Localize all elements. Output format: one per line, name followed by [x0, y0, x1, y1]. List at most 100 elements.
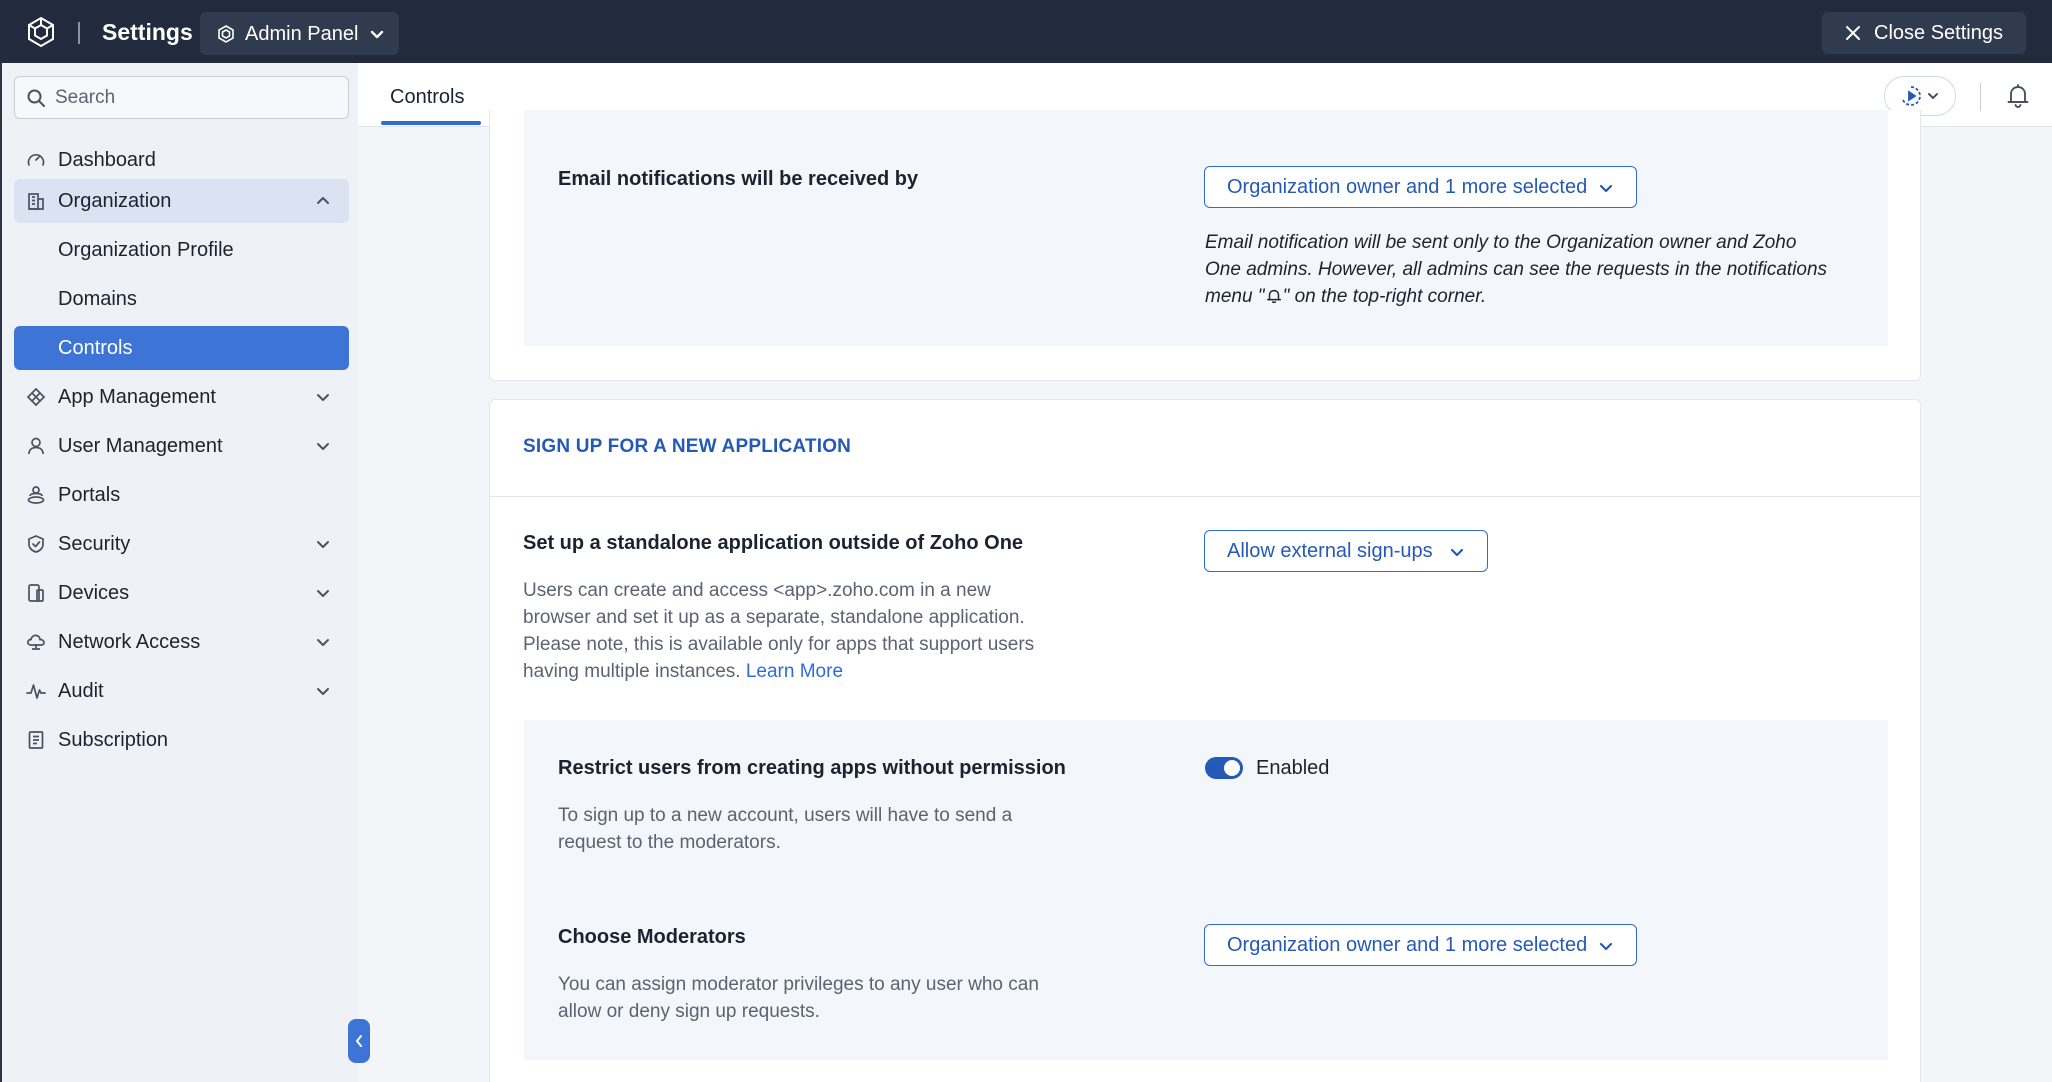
- sidebar-item-organization[interactable]: Organization: [14, 179, 349, 223]
- chevron-down-icon: [317, 590, 329, 597]
- chevron-left-icon: [356, 1035, 362, 1047]
- sidebar-item-label: Security: [58, 533, 131, 555]
- sidebar-item-controls[interactable]: Controls: [14, 326, 349, 370]
- chevron-up-icon: [317, 197, 329, 204]
- admin-panel-switcher[interactable]: Admin Panel: [200, 12, 399, 55]
- chevron-down-icon: [1450, 548, 1464, 557]
- chevron-down-icon: [317, 688, 329, 695]
- external-signups-value: Allow external sign-ups: [1227, 539, 1433, 562]
- desc-line: To sign up to a new account, users will …: [558, 805, 1013, 826]
- email-note-text: menu ": [1205, 286, 1265, 307]
- chevron-down-icon: [1599, 184, 1613, 193]
- learn-more-link[interactable]: Learn More: [746, 661, 843, 682]
- sidebar-item-devices[interactable]: Devices: [14, 571, 349, 615]
- chevron-down-icon: [371, 30, 384, 38]
- search-box[interactable]: [14, 76, 349, 119]
- sidebar-item-label: Portals: [58, 484, 121, 506]
- email-notifications-label: Email notifications will be received by: [558, 168, 919, 190]
- moderators-value: Organization owner and 1 more selected: [1227, 933, 1588, 956]
- sidebar-item-label: Domains: [58, 288, 137, 310]
- portals-icon: [27, 486, 45, 504]
- desc-line: allow or deny sign up requests.: [558, 1001, 820, 1022]
- sidebar-item-subscription[interactable]: Subscription: [14, 718, 349, 762]
- choose-moderators-label: Choose Moderators: [558, 926, 746, 948]
- sidebar-item-security[interactable]: Security: [14, 522, 349, 566]
- desc-line: You can assign moderator privileges to a…: [558, 974, 1039, 995]
- sidebar-item-organization-profile[interactable]: Organization Profile: [14, 228, 349, 272]
- desc-text: having multiple instances.: [523, 661, 741, 682]
- moderators-dropdown[interactable]: Organization owner and 1 more selected: [1204, 924, 1637, 966]
- organization-building-icon: [28, 193, 44, 210]
- sidebar-item-user-management[interactable]: User Management: [14, 424, 349, 468]
- email-note-line: One admins. However, all admins can see …: [1205, 259, 1828, 280]
- devices-icon: [28, 584, 44, 602]
- email-notifications-panel: [524, 110, 1888, 346]
- standalone-app-description: Users can create and access <app>.zoho.c…: [523, 577, 1034, 685]
- sidebar-item-app-management[interactable]: App Management: [14, 375, 349, 419]
- sidebar-item-label: User Management: [58, 435, 223, 457]
- external-signups-dropdown[interactable]: Allow external sign-ups: [1204, 530, 1488, 572]
- bell-icon: [1266, 289, 1281, 304]
- restrict-users-toggle[interactable]: [1205, 757, 1243, 779]
- sidebar-item-network-access[interactable]: Network Access: [14, 620, 349, 664]
- sidebar-item-domains[interactable]: Domains: [14, 277, 349, 321]
- chevron-down-icon: [317, 541, 329, 548]
- sidebar-item-label: Subscription: [58, 729, 169, 751]
- chevron-down-icon: [1599, 942, 1613, 951]
- close-icon: [1846, 26, 1860, 40]
- toggle-status-label: Enabled: [1256, 757, 1330, 779]
- tab-controls[interactable]: Controls: [381, 85, 473, 109]
- chevron-down-icon: [317, 639, 329, 646]
- email-note-text: " on the top-right corner.: [1282, 286, 1487, 307]
- sidebar-item-audit[interactable]: Audit: [14, 669, 349, 713]
- sidebar-item-label: Organization Profile: [58, 239, 234, 261]
- sidebar: Dashboard Organization Organization Prof…: [0, 63, 358, 1082]
- app-logo-icon[interactable]: [24, 15, 58, 49]
- search-input[interactable]: [55, 86, 335, 109]
- sidebar-item-label: Dashboard: [58, 149, 156, 171]
- active-tab-indicator: [381, 121, 481, 125]
- email-recipients-dropdown[interactable]: Organization owner and 1 more selected: [1204, 166, 1637, 208]
- play-tour-icon: [1901, 86, 1921, 106]
- admin-panel-label: Admin Panel: [245, 22, 359, 45]
- close-settings-button[interactable]: Close Settings: [1822, 12, 2026, 54]
- sidebar-item-label: Devices: [58, 582, 130, 604]
- search-icon: [27, 89, 45, 107]
- subscription-receipt-icon: [28, 731, 44, 749]
- desc-line: request to the moderators.: [558, 832, 781, 853]
- header-divider: [1980, 83, 1981, 111]
- email-note-line: menu " " on the top-right corner.: [1205, 283, 1827, 310]
- sidebar-item-label: Organization: [58, 190, 172, 212]
- notification-bell-icon[interactable]: [2004, 82, 2032, 110]
- chevron-down-icon: [317, 394, 329, 401]
- choose-moderators-description: You can assign moderator privileges to a…: [558, 971, 1039, 1025]
- section-title: SIGN UP FOR A NEW APPLICATION: [523, 436, 852, 457]
- desc-line: Please note, this is available only for …: [523, 634, 1035, 655]
- shield-icon: [28, 535, 44, 553]
- app-management-icon: [26, 387, 46, 407]
- sidebar-item-label: Audit: [58, 680, 104, 702]
- desc-line: browser and set it up as a separate, sta…: [523, 607, 1025, 628]
- page-title: Settings: [102, 19, 193, 45]
- collapse-sidebar-button[interactable]: [348, 1019, 370, 1063]
- restrict-users-label: Restrict users from creating apps withou…: [558, 757, 1066, 779]
- desc-line: having multiple instances. Learn More: [523, 658, 1034, 685]
- standalone-app-label: Set up a standalone application outside …: [523, 532, 1024, 554]
- section-divider: [490, 496, 1920, 497]
- top-bar: Settings Admin Panel Close Settings: [0, 0, 2052, 63]
- email-notification-note: Email notification will be sent only to …: [1205, 229, 1827, 310]
- email-note-line: Email notification will be sent only to …: [1205, 232, 1797, 253]
- sidebar-item-portals[interactable]: Portals: [14, 473, 349, 517]
- email-recipients-value: Organization owner and 1 more selected: [1227, 175, 1588, 198]
- desc-line: Users can create and access <app>.zoho.c…: [523, 580, 991, 601]
- restrict-users-description: To sign up to a new account, users will …: [558, 802, 1012, 856]
- audit-pulse-icon: [26, 684, 46, 699]
- chevron-down-icon: [1928, 93, 1938, 99]
- sidebar-item-label: App Management: [58, 386, 216, 408]
- chevron-down-icon: [317, 443, 329, 450]
- sidebar-item-dashboard[interactable]: Dashboard: [14, 138, 349, 182]
- sidebar-item-label: Network Access: [58, 631, 201, 653]
- sidebar-item-label: Controls: [58, 337, 133, 359]
- admin-panel-icon: [218, 24, 234, 43]
- close-settings-label: Close Settings: [1874, 21, 2003, 44]
